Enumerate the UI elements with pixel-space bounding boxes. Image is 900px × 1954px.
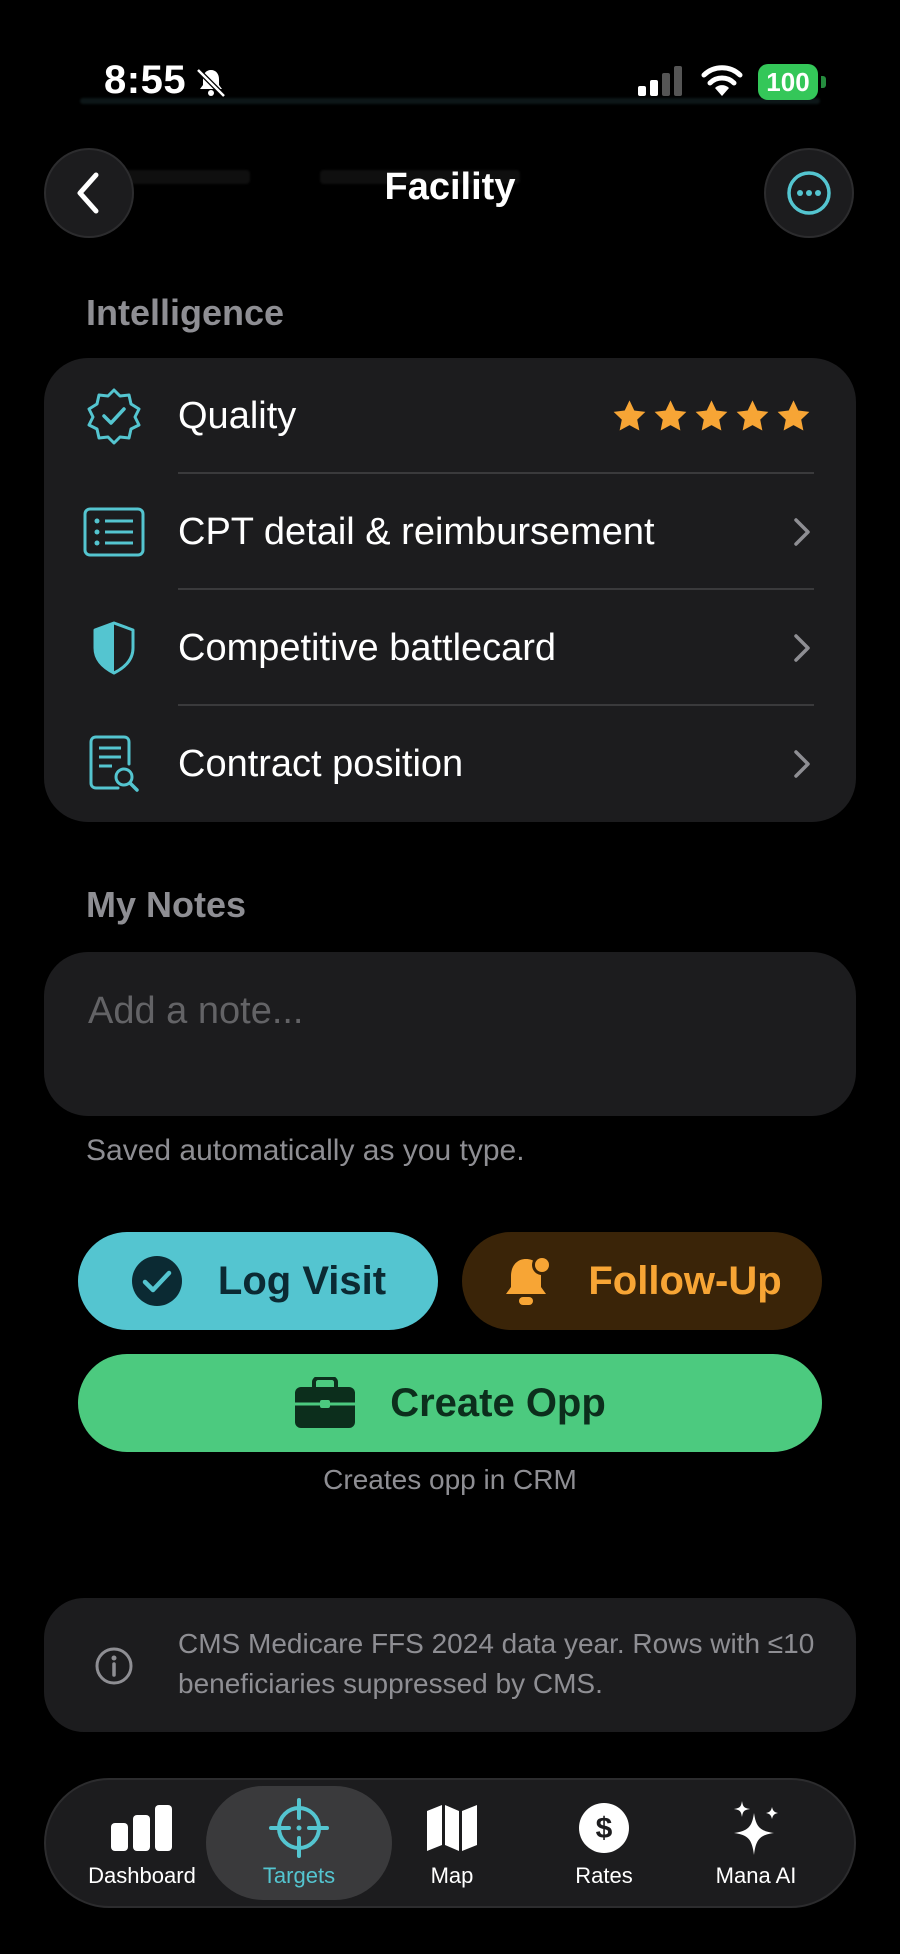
follow-up-label: Follow-Up bbox=[588, 1258, 782, 1303]
star-icon bbox=[777, 399, 810, 431]
cpt-detail-row[interactable]: CPT detail & reimbursement bbox=[44, 474, 856, 590]
create-opp-button[interactable]: Create Opp bbox=[78, 1354, 822, 1452]
star-icon bbox=[613, 399, 646, 431]
battery-level: 100 bbox=[758, 64, 818, 100]
briefcase-icon bbox=[294, 1377, 356, 1429]
note-input[interactable] bbox=[86, 980, 820, 1042]
notes-hint: Saved automatically as you type. bbox=[86, 1134, 525, 1167]
ellipsis-circle-icon bbox=[787, 171, 831, 215]
shield-icon bbox=[82, 616, 146, 680]
quality-row[interactable]: Quality bbox=[44, 358, 856, 474]
tab-map[interactable]: Map bbox=[382, 1780, 522, 1906]
log-visit-label: Log Visit bbox=[217, 1258, 387, 1303]
battery-indicator: 100 bbox=[758, 64, 826, 100]
signal-icon bbox=[638, 66, 682, 96]
bar-chart-icon bbox=[111, 1797, 173, 1859]
status-time: 8:55 bbox=[104, 58, 187, 102]
chevron-right-icon bbox=[794, 518, 810, 546]
wifi-icon bbox=[701, 65, 743, 96]
star-icon bbox=[695, 399, 728, 431]
tab-targets-label: Targets bbox=[262, 1863, 336, 1888]
bell-slash-icon bbox=[196, 68, 226, 98]
cpt-detail-label: CPT detail & reimbursement bbox=[178, 510, 655, 553]
bell-badge-icon bbox=[502, 1253, 554, 1309]
log-visit-button[interactable]: Log Visit bbox=[78, 1232, 438, 1330]
checkmark-circle-icon bbox=[130, 1254, 184, 1308]
follow-up-button[interactable]: Follow-Up bbox=[462, 1232, 822, 1330]
intelligence-card: Quality CPT detail & reimbursement Compe… bbox=[44, 358, 856, 822]
contract-position-row[interactable]: Contract position bbox=[44, 706, 856, 822]
tab-targets[interactable]: Targets bbox=[226, 1780, 372, 1906]
verified-badge-icon bbox=[82, 384, 146, 448]
battlecard-label: Competitive battlecard bbox=[178, 626, 557, 669]
crosshair-icon bbox=[268, 1797, 330, 1859]
info-icon bbox=[95, 1647, 133, 1685]
star-icon bbox=[736, 399, 769, 431]
tab-bar: Dashboard Targets Map $ Rates Mana AI bbox=[44, 1778, 856, 1908]
notes-header: My Notes bbox=[86, 884, 247, 925]
intelligence-header: Intelligence bbox=[86, 292, 285, 333]
svg-text:$: $ bbox=[596, 1812, 613, 1845]
dollar-circle-icon: $ bbox=[573, 1797, 635, 1859]
star-icon bbox=[654, 399, 687, 431]
tab-dashboard[interactable]: Dashboard bbox=[72, 1780, 212, 1906]
create-opp-hint: Creates opp in CRM bbox=[323, 1464, 577, 1495]
battlecard-row[interactable]: Competitive battlecard bbox=[44, 590, 856, 706]
chevron-right-icon bbox=[794, 634, 810, 662]
note-box bbox=[44, 952, 856, 1116]
create-opp-label: Create Opp bbox=[390, 1380, 606, 1425]
contract-position-label: Contract position bbox=[178, 742, 464, 785]
data-source-note: CMS Medicare FFS 2024 data year. Rows wi… bbox=[178, 1628, 815, 1699]
tab-mana-ai-label: Mana AI bbox=[715, 1863, 797, 1888]
tab-mana-ai[interactable]: Mana AI bbox=[686, 1780, 826, 1906]
more-options-button[interactable] bbox=[764, 148, 854, 238]
document-search-icon bbox=[82, 732, 146, 796]
map-icon bbox=[421, 1797, 483, 1859]
tab-rates[interactable]: $ Rates bbox=[534, 1780, 674, 1906]
quality-label: Quality bbox=[178, 394, 297, 437]
tab-dashboard-label: Dashboard bbox=[88, 1863, 196, 1888]
list-icon bbox=[82, 500, 146, 564]
sparkles-icon bbox=[725, 1797, 787, 1859]
quality-rating bbox=[611, 398, 812, 435]
chevron-right-icon bbox=[794, 750, 810, 778]
info-card: CMS Medicare FFS 2024 data year. Rows wi… bbox=[44, 1598, 856, 1732]
tab-rates-label: Rates bbox=[575, 1863, 633, 1888]
tab-map-label: Map bbox=[430, 1863, 474, 1888]
